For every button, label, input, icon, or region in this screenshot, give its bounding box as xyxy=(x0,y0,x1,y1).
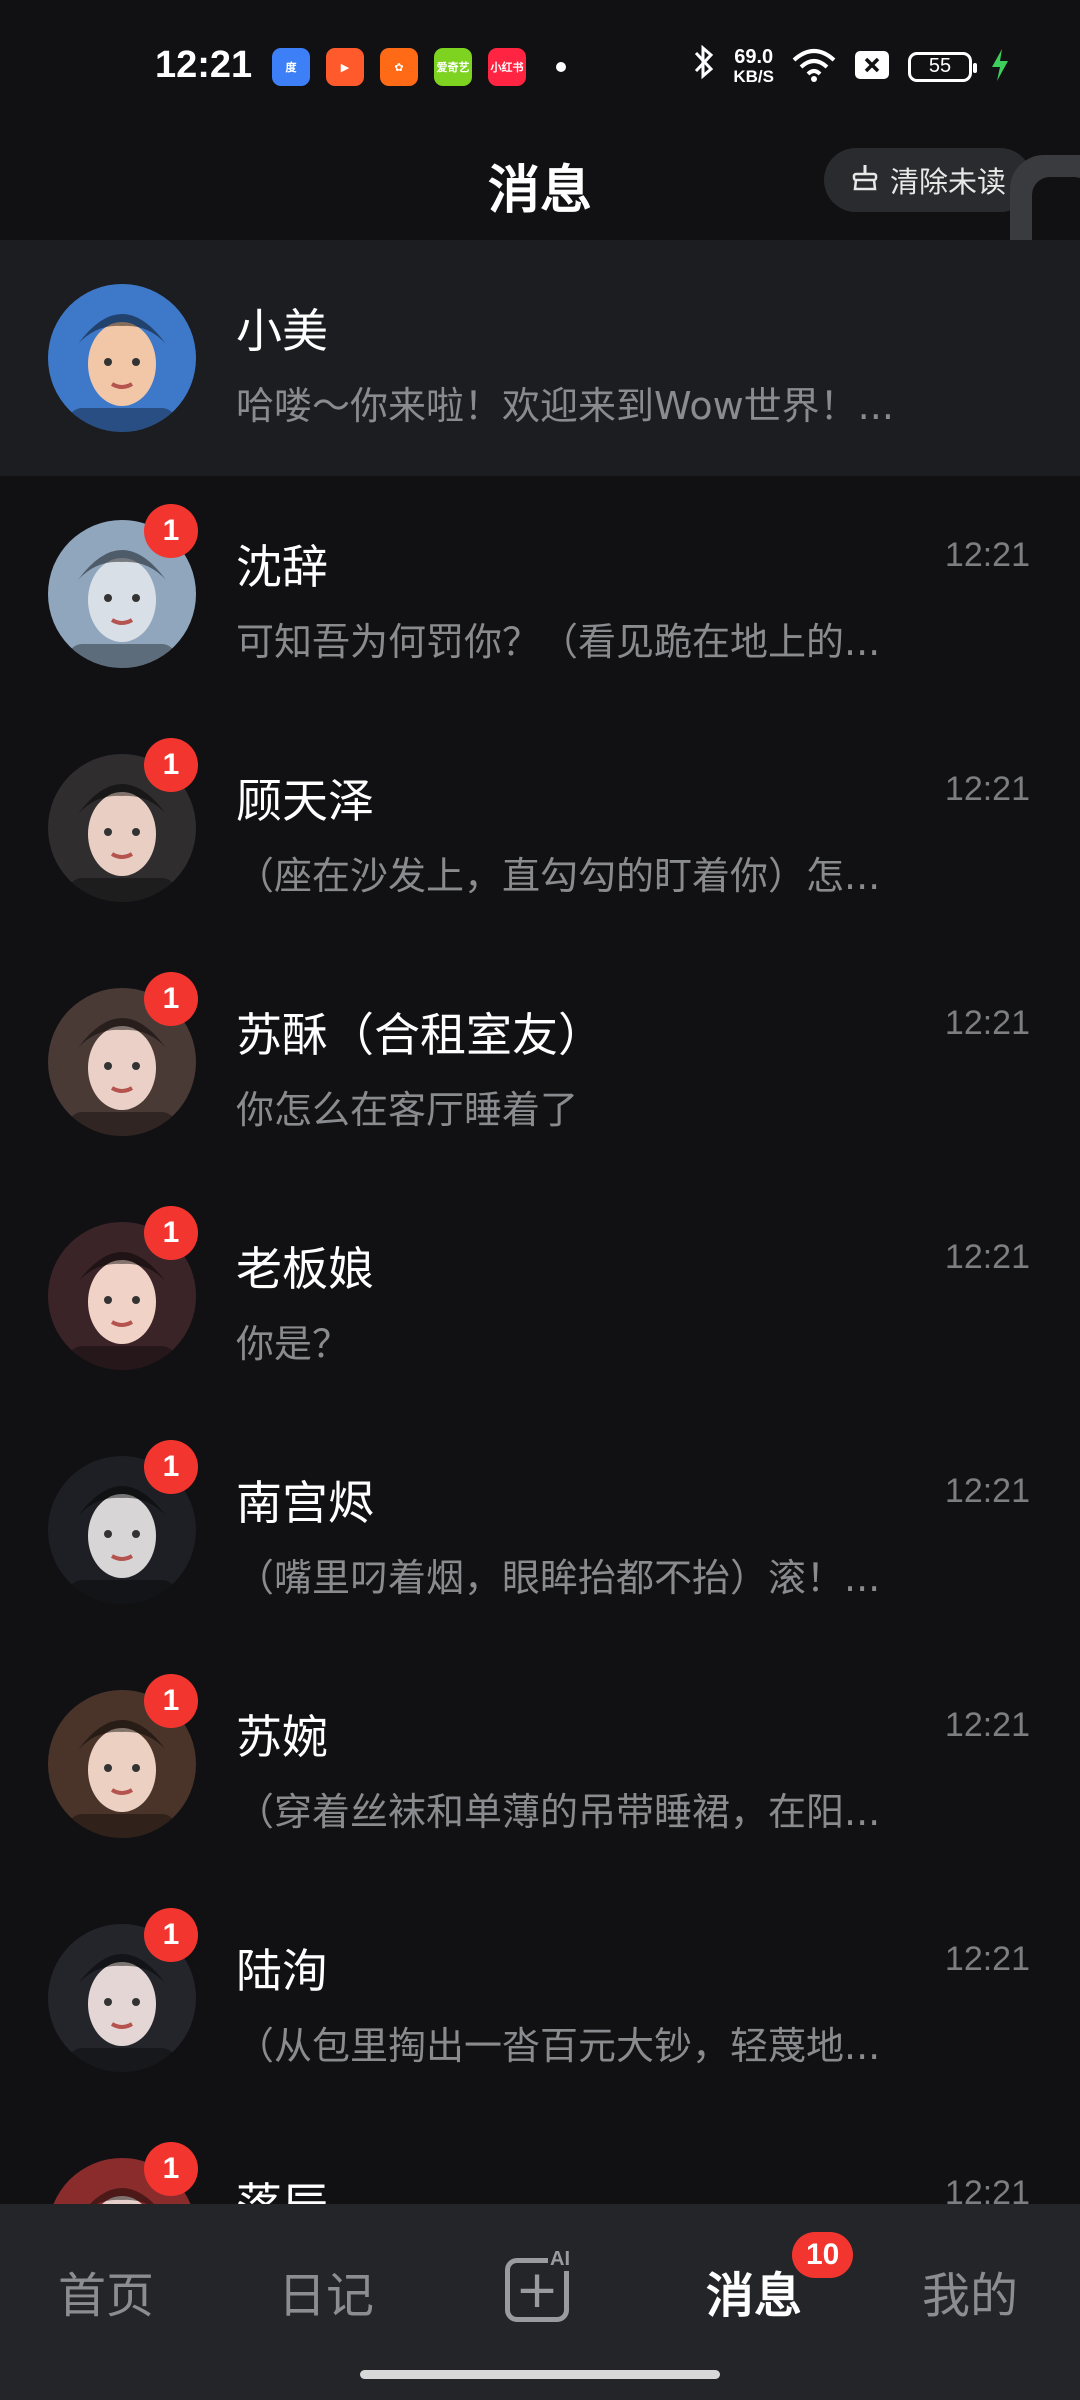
net-speed-unit: KB/S xyxy=(733,66,774,86)
message-preview: （座在沙发上，直勾勾的盯着你）怎... xyxy=(236,854,881,898)
message-time: 12:21 xyxy=(944,770,1030,808)
conversation-row[interactable]: 1 顾天泽 （座在沙发上，直勾勾的盯着你）怎... 12:21 xyxy=(0,710,1080,944)
home-indicator[interactable] xyxy=(360,2370,720,2379)
contact-name: 顾天泽 xyxy=(236,774,374,828)
contact-name: 苏酥（合租室友） xyxy=(236,1008,604,1062)
message-time: 12:21 xyxy=(944,536,1030,574)
no-sim-icon xyxy=(854,50,890,84)
baidu-icon: 度 xyxy=(272,48,310,86)
message-time: 12:21 xyxy=(944,1706,1030,1744)
bluetooth-icon xyxy=(693,44,715,89)
unread-badge: 1 xyxy=(144,504,198,558)
message-preview: 哈喽～你来啦！欢迎来到Wow世界！... xyxy=(236,384,894,428)
clear-unread-button[interactable]: 清除未读 xyxy=(824,148,1033,212)
conversation-row[interactable]: 1 陆洵 （从包里掏出一沓百元大钞，轻蔑地... 12:21 xyxy=(0,1880,1080,2114)
message-time: 12:21 xyxy=(944,1940,1030,1978)
broom-icon xyxy=(850,162,880,199)
unread-badge: 1 xyxy=(144,1908,198,1962)
nav-messages[interactable]: 消息 xyxy=(706,2256,802,2326)
unread-badge: 1 xyxy=(144,2142,198,2196)
wifi-icon xyxy=(792,48,836,86)
avatar[interactable] xyxy=(48,284,196,432)
message-preview: 你怎么在客厅睡着了 xyxy=(236,1088,579,1132)
video-play-icon: ▶ xyxy=(326,48,364,86)
messages-unread-badge: 10 xyxy=(792,2232,854,2278)
status-time: 12:21 xyxy=(155,44,253,86)
contact-name: 沈辞 xyxy=(236,540,328,594)
iqiyi-icon: 爱奇艺 xyxy=(434,48,472,86)
clear-unread-label: 清除未读 xyxy=(890,165,1007,199)
message-preview: 可知吾为何罚你？（看见跪在地上的... xyxy=(236,620,881,664)
nav-diary[interactable]: 日记 xyxy=(278,2256,374,2326)
message-preview: （穿着丝袜和单薄的吊带睡裙，在阳... xyxy=(236,1790,881,1834)
conversation-row[interactable]: 1 南宫烬 （嘴里叼着烟，眼眸抬都不抬）滚！... 12:21 xyxy=(0,1412,1080,1646)
contact-name: 南宫烬 xyxy=(236,1476,374,1530)
contact-name: 陆洵 xyxy=(236,1944,328,1998)
nav-home[interactable]: 首页 xyxy=(58,2256,154,2326)
contact-name: 苏婉 xyxy=(236,1710,328,1764)
conversation-row[interactable]: 1 苏婉 （穿着丝袜和单薄的吊带睡裙，在阳... 12:21 xyxy=(0,1646,1080,1880)
message-preview: （从包里掏出一沓百元大钞，轻蔑地... xyxy=(236,2024,881,2068)
status-right: 69.0 KB/S 55 xyxy=(693,44,1010,89)
contact-name: 老板娘 xyxy=(236,1242,374,1296)
conversation-row[interactable]: 1 沈辞可知吾为何罚你？（看见跪在地上的... 12:21 xyxy=(0,476,1080,710)
unread-badge: 1 xyxy=(144,972,198,1026)
unread-badge: 1 xyxy=(144,1206,198,1260)
network-speed: 69.0 KB/S xyxy=(733,47,774,87)
unread-badge: 1 xyxy=(144,1674,198,1728)
conversation-row[interactable]: 1 老板娘你是？ 12:21 xyxy=(0,1178,1080,1412)
message-time: 12:21 xyxy=(944,1004,1030,1042)
more-notifications-dot xyxy=(556,62,566,72)
message-time: 12:21 xyxy=(944,1238,1030,1276)
contact-name: 小美 xyxy=(236,304,328,358)
ai-tag: AI xyxy=(548,2248,572,2271)
conversation-row[interactable]: 1 苏酥（合租室友） 你怎么在客厅睡着了 12:21 xyxy=(0,944,1080,1178)
unread-badge: 1 xyxy=(144,1440,198,1494)
charging-icon xyxy=(990,48,1010,86)
plus-icon: + xyxy=(515,2260,559,2320)
conversation-row[interactable]: 小美哈喽～你来啦！欢迎来到Wow世界！... xyxy=(0,240,1080,476)
notification-icons: 度 ▶ ✿ 爱奇艺 小红书 xyxy=(272,48,566,86)
page-header: 消息 清除未读 xyxy=(0,130,1080,240)
status-bar: 12:21 度 ▶ ✿ 爱奇艺 小红书 69.0 KB/S 55 xyxy=(0,0,1080,130)
kuaishou-icon: ✿ xyxy=(380,48,418,86)
message-preview: 你是？ xyxy=(236,1322,351,1366)
conversation-list: 小美哈喽～你来啦！欢迎来到Wow世界！... 1 沈辞可知吾为何罚你？（看见跪在地上… xyxy=(0,240,1080,2348)
battery-level: 55 xyxy=(928,55,952,77)
nav-mine[interactable]: 我的 xyxy=(922,2256,1018,2326)
message-preview: （嘴里叼着烟，眼眸抬都不抬）滚！... xyxy=(236,1556,881,1600)
message-time: 12:21 xyxy=(944,1472,1030,1510)
battery-icon: 55 xyxy=(908,51,977,82)
xiaohongshu-icon: 小红书 xyxy=(488,48,526,86)
net-speed-value: 69.0 xyxy=(734,45,774,68)
unread-badge: 1 xyxy=(144,738,198,792)
